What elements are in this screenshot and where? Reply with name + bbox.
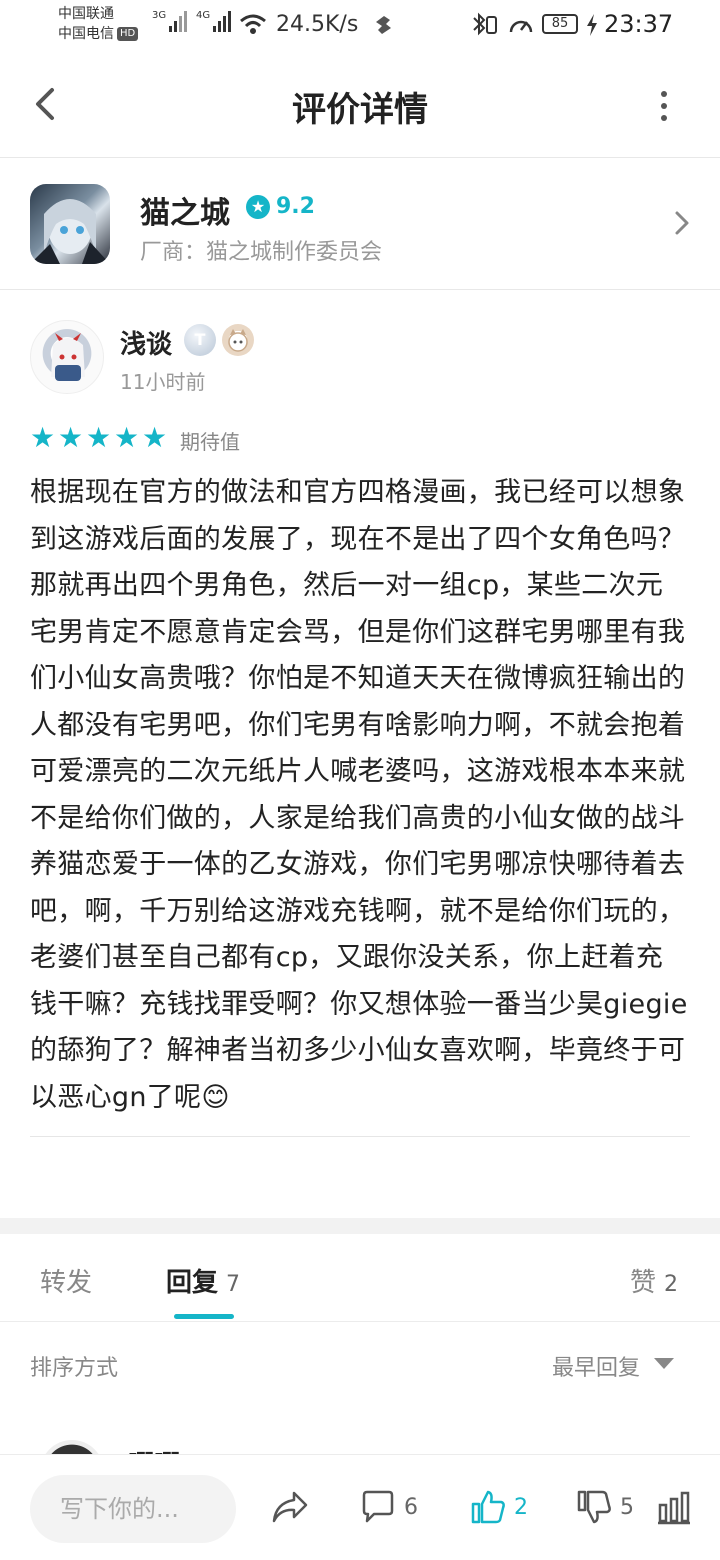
- speedometer-icon: [509, 20, 533, 33]
- star-rating: ★ ★ ★ ★ ★: [30, 424, 170, 452]
- game-score: 9.2: [276, 194, 315, 219]
- section-separator: [0, 1218, 720, 1234]
- divider: [30, 1136, 690, 1137]
- pet-badge-icon: [222, 324, 254, 356]
- reply-list: 唧唧: [0, 1406, 720, 1454]
- game-vendor: 厂商：猫之城制作委员会: [140, 240, 383, 265]
- review-card: 浅谈 T 11小时前 ★ ★ ★ ★ ★ 期待值 根据现在官方的做法和官方四格漫…: [0, 290, 720, 1218]
- active-tab-indicator: [174, 1314, 234, 1319]
- like-count: 2: [664, 1272, 679, 1297]
- caret-down-icon[interactable]: [654, 1358, 674, 1369]
- thumbs-up-icon: [471, 1490, 505, 1524]
- star-icon: ★: [142, 421, 168, 454]
- top-nav-bar: 评价详情: [0, 52, 720, 158]
- thumbs-down-icon: [577, 1490, 611, 1524]
- signal-4g-icon: 4G: [196, 10, 233, 32]
- bottom-action-bar: 写下你的... 6 2 5: [0, 1454, 720, 1560]
- reply-username[interactable]: 唧唧: [128, 1444, 180, 1454]
- avatar[interactable]: [30, 320, 104, 394]
- tab-bar: 转发 回复 7 赞2: [0, 1234, 720, 1322]
- carrier-2: 中国电信: [58, 26, 114, 42]
- comment-icon: [362, 1490, 394, 1523]
- reply-count: 7: [226, 1272, 241, 1297]
- clock: 23:37: [604, 10, 674, 38]
- tab-reply[interactable]: 回复 7: [166, 1262, 240, 1299]
- more-vertical-icon[interactable]: [654, 86, 674, 126]
- carrier-info: 中国联通 中国电信 HD: [58, 4, 139, 44]
- tab-like[interactable]: 赞2: [630, 1262, 678, 1299]
- battery-icon: 85: [542, 14, 578, 34]
- status-bar: 中国联通 中国电信 HD 3G 4G 24.5K/s 85 23:37: [0, 0, 720, 52]
- avatar[interactable]: [40, 1440, 104, 1454]
- comment-input[interactable]: 写下你的...: [30, 1475, 236, 1543]
- review-time: 11小时前: [120, 370, 206, 394]
- tab-like-label: 赞: [630, 1268, 657, 1298]
- sort-dropdown[interactable]: 最早回复: [552, 1350, 640, 1382]
- star-icon: ★: [58, 421, 84, 454]
- share-button[interactable]: [270, 1485, 310, 1529]
- bar-chart-icon: [658, 1491, 690, 1525]
- carrier-1: 中国联通: [58, 6, 114, 22]
- hd-badge: HD: [117, 27, 139, 41]
- network-speed: 24.5K/s: [276, 12, 359, 37]
- dislike-count: 5: [620, 1494, 634, 1520]
- comment-count: 6: [404, 1494, 418, 1520]
- sort-label: 排序方式: [30, 1356, 119, 1381]
- star-badge-icon: ★: [246, 194, 270, 219]
- net-type-1: 3G: [152, 10, 167, 21]
- bluetooth-icon: [473, 12, 497, 36]
- chevron-right-icon[interactable]: [672, 208, 692, 238]
- like-button[interactable]: 2: [470, 1485, 528, 1529]
- stats-button[interactable]: [656, 1485, 692, 1529]
- game-rating: ★ 9.2: [246, 194, 315, 219]
- net-type-2: 4G: [196, 10, 211, 21]
- app-notification-icon: [376, 16, 391, 34]
- tab-forward[interactable]: 转发: [40, 1262, 92, 1299]
- share-icon: [272, 1491, 308, 1523]
- game-icon[interactable]: [30, 184, 110, 264]
- charging-icon: [587, 14, 597, 36]
- review-body: 根据现在官方的做法和官方四格漫画，我已经可以想象到这游戏后面的发展了，现在不是出…: [30, 477, 688, 1113]
- like-count-bottom: 2: [514, 1494, 528, 1520]
- rating-type-label: 期待值: [180, 430, 240, 454]
- game-name[interactable]: 猫之城: [140, 188, 230, 232]
- wifi-icon: [240, 14, 266, 34]
- user-level-badge-icon: T: [184, 324, 216, 356]
- sort-bar: 排序方式 最早回复: [0, 1322, 720, 1406]
- game-card[interactable]: 猫之城 ★ 9.2 厂商：猫之城制作委员会: [0, 158, 720, 290]
- comment-button[interactable]: 6: [360, 1485, 418, 1529]
- star-icon: ★: [114, 421, 140, 454]
- star-icon: ★: [30, 421, 56, 454]
- review-username[interactable]: 浅谈: [120, 324, 172, 361]
- tab-reply-label: 回复: [166, 1268, 219, 1298]
- dislike-button[interactable]: 5: [576, 1485, 634, 1529]
- page-title: 评价详情: [292, 90, 428, 130]
- star-icon: ★: [86, 421, 112, 454]
- signal-3g-icon: 3G: [152, 10, 189, 32]
